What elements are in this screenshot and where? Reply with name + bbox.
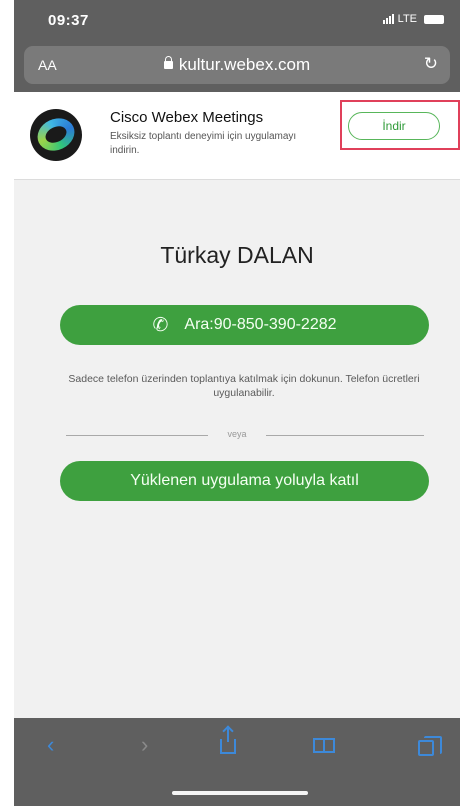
phone-screen: 09:37 LTE AA kultur.webex.com ↻ Cisco We… — [14, 0, 460, 806]
phone-join-note: Sadece telefon üzerinden toplantıya katı… — [68, 373, 420, 399]
network-label: LTE — [397, 13, 417, 25]
divider-left — [66, 435, 208, 436]
url-display[interactable]: kultur.webex.com — [24, 55, 450, 75]
share-icon[interactable] — [220, 728, 236, 754]
host-name: Türkay DALAN — [160, 242, 314, 268]
forward-icon[interactable]: › — [141, 732, 148, 758]
app-name: Cisco Webex Meetings — [110, 109, 264, 126]
join-via-app-button[interactable]: Yüklenen uygulama yoluyla katıl — [60, 461, 429, 501]
or-separator: veya — [227, 429, 247, 439]
battery-icon — [424, 14, 444, 24]
tabs-icon[interactable] — [418, 732, 442, 756]
bookmarks-icon[interactable] — [313, 732, 335, 753]
call-button[interactable]: ✆ Ara:90-850-390-2282 — [60, 305, 429, 345]
reload-icon[interactable]: ↻ — [424, 54, 438, 74]
lock-icon — [163, 56, 173, 69]
webex-logo — [30, 109, 82, 161]
phone-icon: ✆ — [152, 315, 169, 336]
url-text: kultur.webex.com — [178, 55, 311, 74]
download-button[interactable]: İndir — [348, 112, 440, 140]
home-indicator[interactable] — [172, 791, 308, 795]
status-indicators: LTE — [382, 13, 444, 25]
address-bar[interactable]: AA kultur.webex.com ↻ — [24, 46, 450, 84]
back-icon[interactable]: ‹ — [47, 732, 54, 758]
divider-right — [266, 435, 424, 436]
call-button-label: Ara:90-850-390-2282 — [184, 316, 337, 333]
app-description: Eksiksiz toplantı deneyimi için uygulama… — [110, 131, 297, 156]
smart-app-banner: Cisco Webex Meetings Eksiksiz toplantı d… — [14, 92, 460, 180]
signal-icon — [382, 14, 394, 24]
status-time: 09:37 — [48, 12, 89, 29]
status-bar: 09:37 LTE — [14, 0, 460, 42]
browser-address-area: AA kultur.webex.com ↻ — [14, 42, 460, 92]
